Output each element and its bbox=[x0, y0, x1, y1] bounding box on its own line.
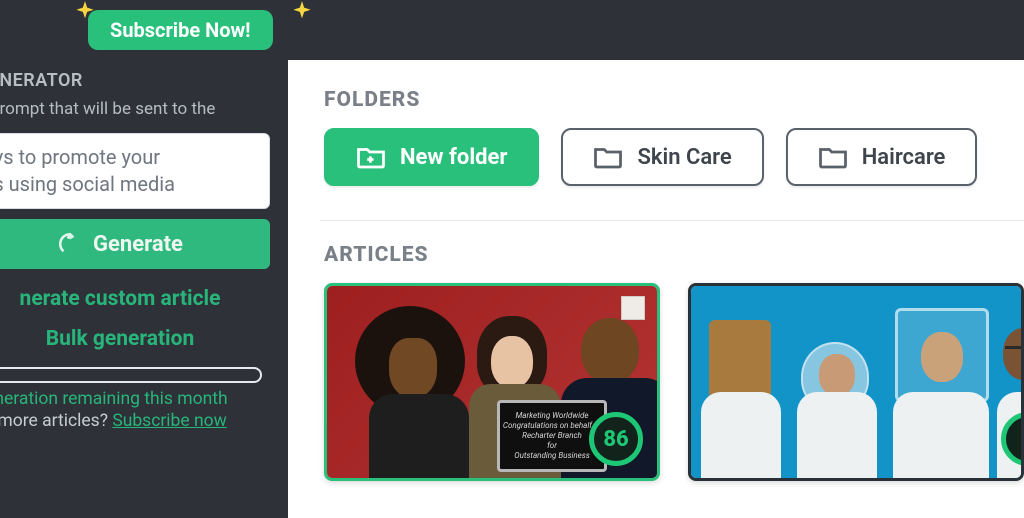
folders-row: New folder Skin Care Haircare bbox=[324, 128, 1024, 186]
folder-label: Haircare bbox=[862, 145, 946, 170]
divider bbox=[320, 220, 1024, 221]
folder-button-skincare[interactable]: Skin Care bbox=[561, 128, 763, 186]
generation-quota-progress bbox=[0, 367, 278, 383]
articles-header: ARTICLES bbox=[324, 243, 1024, 267]
sidebar-section-title: GENERATOR bbox=[0, 70, 288, 95]
article-thumbnail bbox=[691, 286, 1021, 478]
subscribe-now-button[interactable]: Subscribe Now! bbox=[88, 10, 273, 50]
select-checkbox[interactable] bbox=[621, 296, 645, 320]
generate-button[interactable]: Generate bbox=[0, 219, 270, 269]
folder-label: Skin Care bbox=[637, 145, 731, 170]
remaining-text: 0/0 generation remaining this month bbox=[0, 389, 288, 409]
want-more-prefix: nerate more articles? bbox=[0, 411, 112, 431]
sidebar: GENERATOR prompt that will be sent to th… bbox=[0, 60, 288, 518]
new-folder-button[interactable]: New folder bbox=[324, 128, 539, 186]
topbar: Subscribe Now! bbox=[0, 0, 1024, 60]
score-badge: 86 bbox=[589, 412, 643, 466]
articles-row: Marketing Worldwide Congratulations on b… bbox=[324, 283, 1024, 481]
subscribe-now-label: Subscribe Now! bbox=[110, 18, 251, 42]
main-panel: FOLDERS New folder Skin Care Haircare AR… bbox=[288, 60, 1024, 518]
progress-bar bbox=[0, 367, 262, 383]
article-card[interactable]: 8 bbox=[688, 283, 1024, 481]
generate-custom-article-link[interactable]: nerate custom article bbox=[0, 279, 270, 319]
new-folder-label: New folder bbox=[400, 145, 507, 170]
article-card[interactable]: Marketing Worldwide Congratulations on b… bbox=[324, 283, 660, 481]
want-more-text: nerate more articles? Subscribe now bbox=[0, 411, 288, 431]
folder-plus-icon bbox=[356, 144, 386, 170]
generate-label: Generate bbox=[93, 232, 183, 257]
folder-button-haircare[interactable]: Haircare bbox=[786, 128, 978, 186]
prompt-input[interactable]: ays to promote your ss using social medi… bbox=[0, 133, 270, 209]
bulk-generation-link[interactable]: Bulk generation bbox=[0, 319, 270, 359]
leaf-icon bbox=[57, 231, 83, 257]
folder-icon bbox=[593, 144, 623, 170]
prompt-description: prompt that will be sent to the bbox=[0, 95, 288, 129]
folders-header: FOLDERS bbox=[324, 88, 1024, 112]
subscribe-now-link[interactable]: Subscribe now bbox=[112, 411, 227, 431]
folder-icon bbox=[818, 144, 848, 170]
